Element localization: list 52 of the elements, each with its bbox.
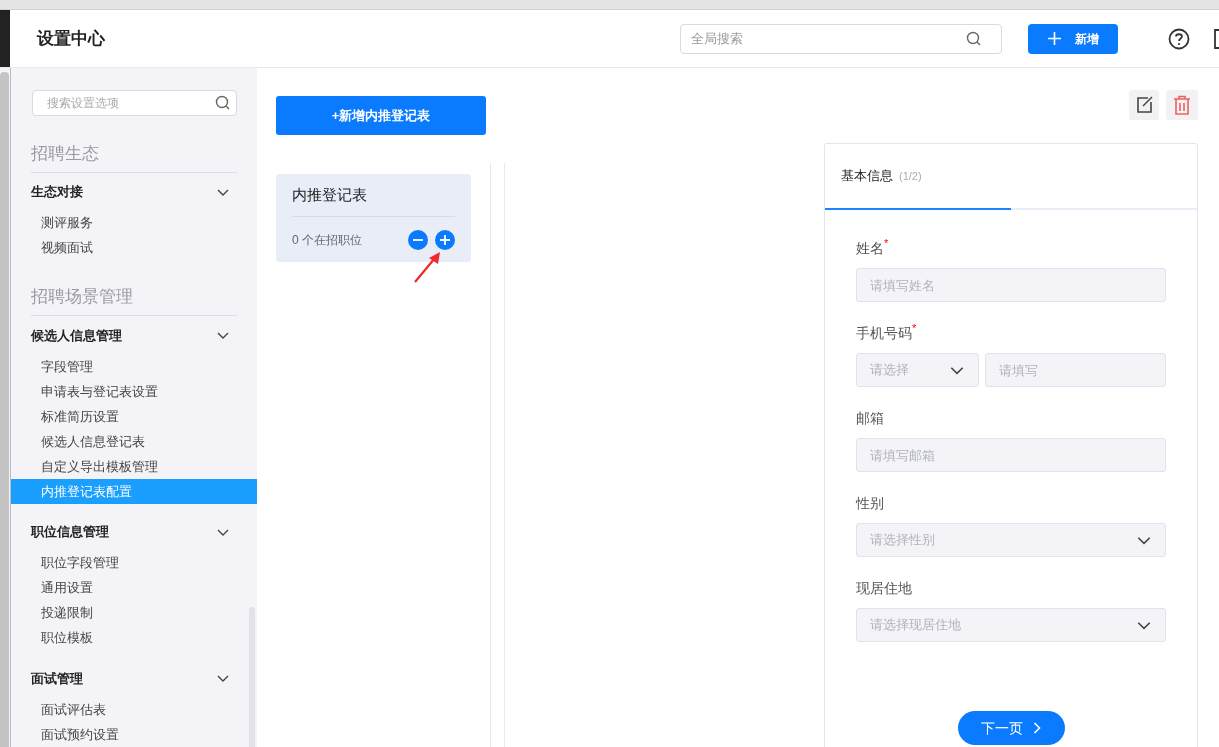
global-search-field[interactable]: 全局搜索 bbox=[680, 23, 1002, 54]
sidebar-item[interactable]: 职位字段管理 bbox=[11, 550, 257, 576]
sidebar-item[interactable]: 候选人信息登记表 bbox=[11, 429, 257, 454]
sidebar-item[interactable]: 职位模板 bbox=[11, 625, 257, 651]
step-counter: (1/2) bbox=[899, 168, 922, 184]
input-field[interactable]: 请填写姓名 bbox=[856, 268, 1166, 302]
record-card[interactable]: 内推登记表 0 个在招职位 bbox=[276, 174, 471, 262]
form-tab[interactable]: 基本信息 bbox=[841, 166, 893, 186]
search-icon bbox=[966, 30, 982, 47]
add-button[interactable]: 新增 bbox=[1028, 23, 1118, 54]
sidebar-item[interactable]: 字段管理 bbox=[11, 354, 257, 380]
group-header[interactable]: 面试管理 bbox=[11, 659, 257, 698]
input-field[interactable]: 请填写邮箱 bbox=[856, 438, 1166, 472]
plus-icon[interactable] bbox=[435, 229, 455, 250]
help-icon[interactable] bbox=[1168, 27, 1190, 50]
field-label: 手机号码 bbox=[856, 324, 912, 343]
sidebar-item[interactable]: 视频面试 bbox=[11, 235, 257, 261]
field-label: 现居住地 bbox=[856, 579, 912, 598]
add-record-button[interactable]: +新增内推登记表 bbox=[276, 96, 486, 135]
annotation-arrow bbox=[413, 250, 443, 284]
field-label: 性别 bbox=[856, 494, 884, 513]
settings-search-field[interactable]: 搜索设置选项 bbox=[32, 90, 237, 116]
search-icon bbox=[215, 95, 231, 111]
trash-icon[interactable] bbox=[1166, 90, 1198, 120]
next-page-button[interactable]: 下一页 bbox=[957, 711, 1065, 745]
position-count: 0 个在招职位 bbox=[292, 231, 363, 249]
group-header[interactable]: 职位信息管理 bbox=[11, 512, 257, 551]
sidebar-item[interactable]: 通用设置 bbox=[11, 575, 257, 601]
sidebar-item[interactable]: 自定义导出模板管理 bbox=[11, 453, 257, 479]
sidebar-item[interactable]: 投递限制 bbox=[11, 600, 257, 626]
sidebar-item[interactable]: 面试预约设置 bbox=[11, 722, 257, 747]
input-field[interactable]: 请填写 bbox=[985, 353, 1166, 387]
edit-icon[interactable] bbox=[1129, 90, 1159, 120]
minus-icon[interactable] bbox=[408, 229, 428, 250]
sidebar-item[interactable]: 测评服务 bbox=[11, 210, 257, 236]
sidebar-item[interactable]: 面试评估表 bbox=[11, 697, 257, 723]
group-header[interactable]: 生态对接 bbox=[11, 172, 257, 211]
window-edge bbox=[0, 10, 10, 67]
sidebar-item[interactable]: 申请表与登记表设置 bbox=[11, 379, 257, 405]
required-mark: * bbox=[884, 238, 889, 249]
group-header[interactable]: 候选人信息管理 bbox=[11, 316, 257, 355]
scrollbar[interactable] bbox=[0, 72, 9, 747]
card-title: 内推登记表 bbox=[292, 184, 367, 205]
chevron-icon bbox=[1033, 722, 1041, 734]
section-title: 招聘场景管理 bbox=[31, 286, 133, 309]
required-mark: * bbox=[912, 323, 917, 334]
page-title: 设置中心 bbox=[37, 27, 105, 50]
field-label: 姓名 bbox=[856, 240, 884, 258]
section-title: 招聘生态 bbox=[31, 142, 99, 165]
plus-icon bbox=[1047, 32, 1061, 45]
sidebar-item[interactable]: 标准简历设置 bbox=[11, 404, 257, 429]
field-label: 邮箱 bbox=[856, 409, 884, 428]
